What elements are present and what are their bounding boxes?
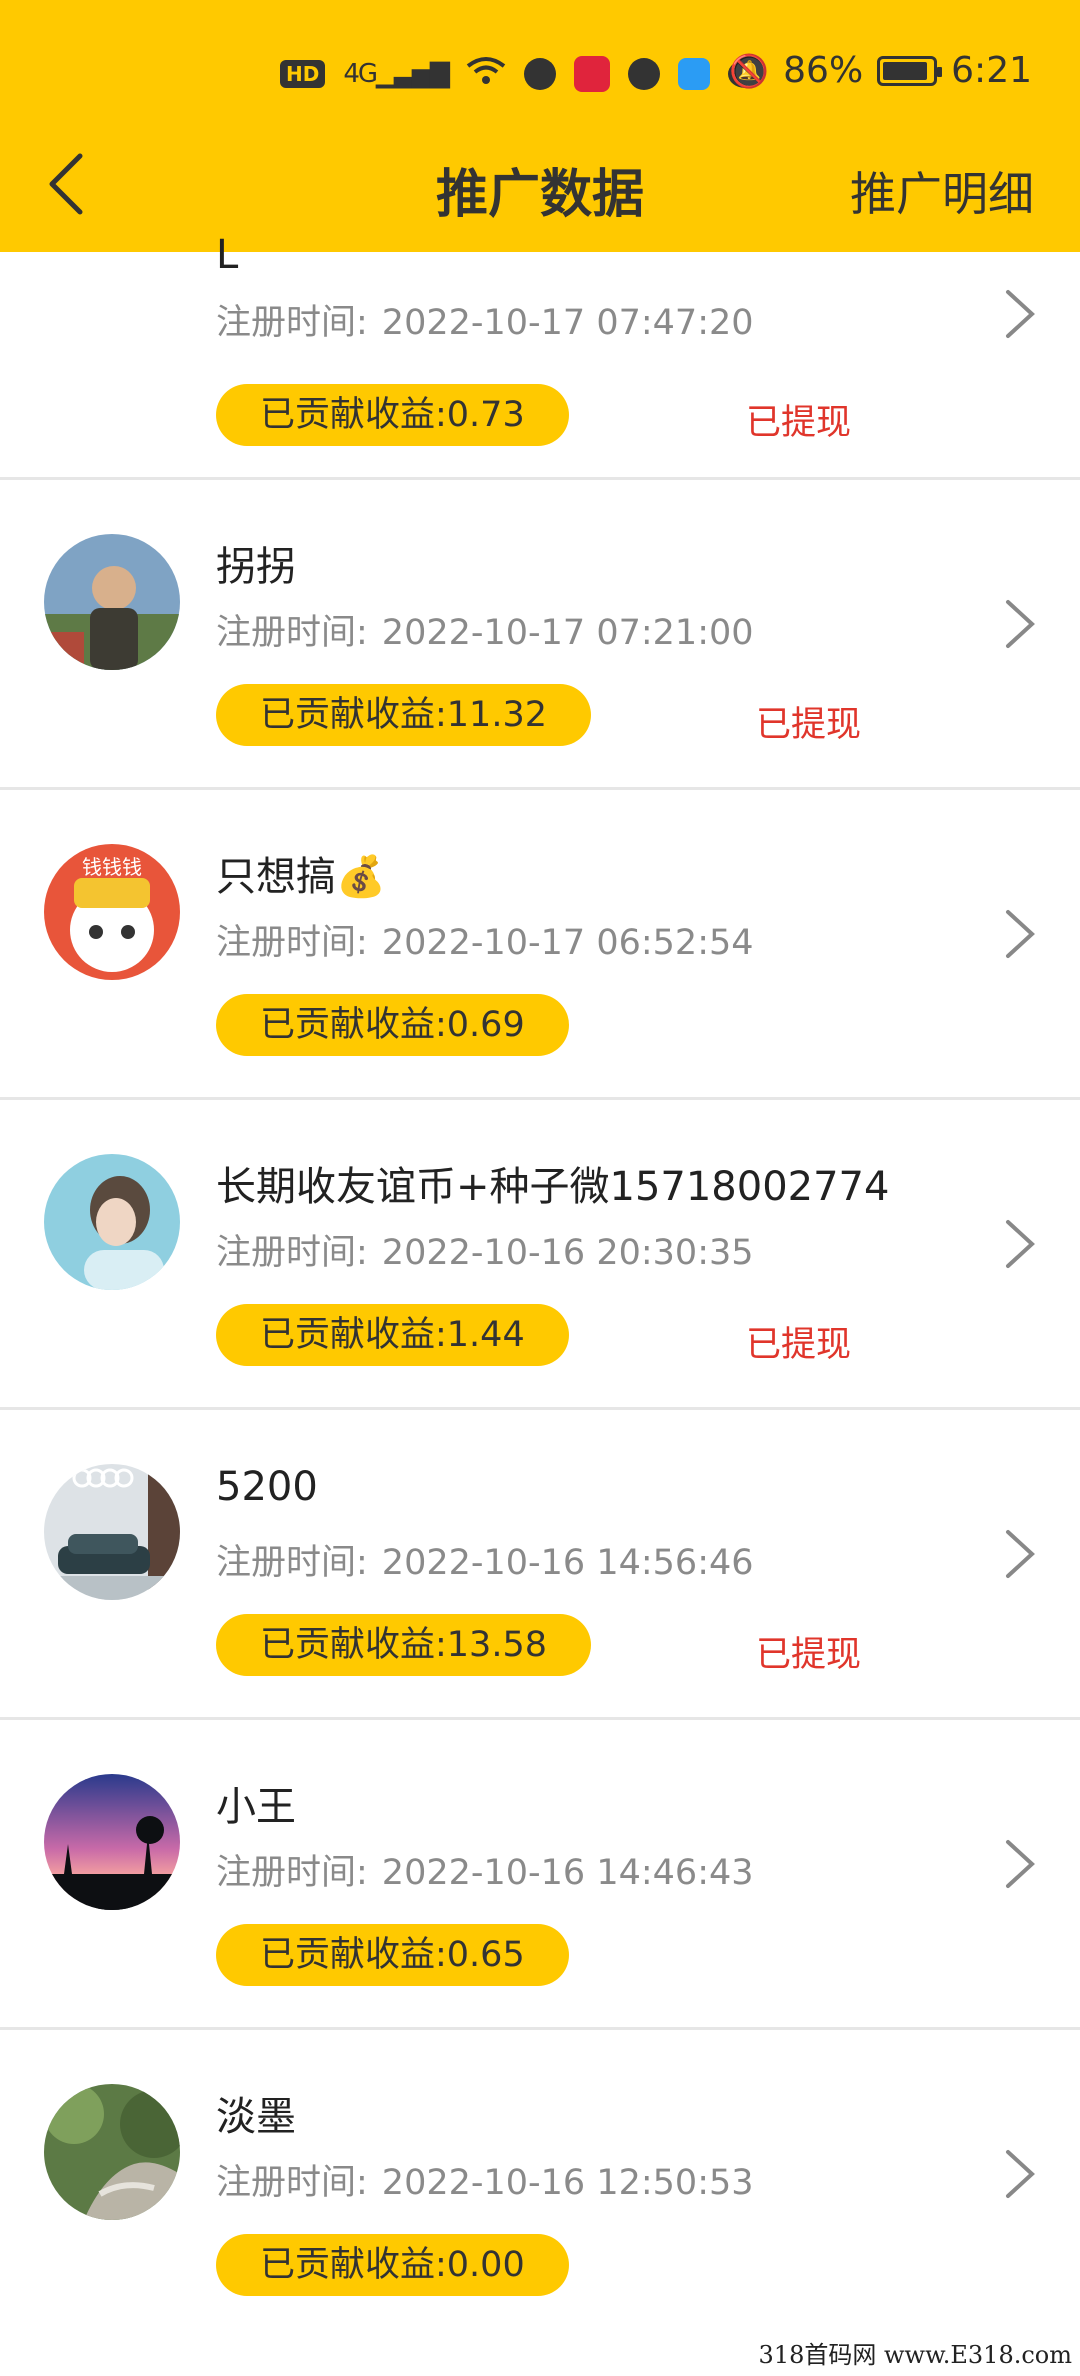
register-time: 注册时间: 2022-10-17 07:21:00 — [216, 604, 754, 655]
avatar — [44, 1774, 180, 1910]
list-item[interactable]: 淡墨 注册时间: 2022-10-16 12:50:53 已贡献收益:0.00 — [0, 2030, 1080, 2340]
register-time: 注册时间: 2022-10-17 07:47:20 — [216, 294, 754, 345]
earnings-badge: 已贡献收益:13.58 — [216, 1614, 591, 1676]
chevron-right-icon — [1004, 1218, 1036, 1270]
register-time: 注册时间: 2022-10-16 20:30:35 — [216, 1224, 754, 1275]
chevron-right-icon — [1004, 2148, 1036, 2200]
withdrawn-status: 已提现 — [746, 403, 852, 443]
register-time-value: 2022-10-17 06:52:54 — [381, 923, 754, 963]
user-name: 5200 — [216, 1464, 318, 1510]
withdrawn-status: 已提现 — [746, 1325, 852, 1365]
register-time: 注册时间: 2022-10-17 06:52:54 — [216, 914, 754, 965]
withdrawn-status: 已提现 — [756, 705, 862, 745]
list-item[interactable]: 长期收友谊币+种子微15718002774 注册时间: 2022-10-16 20… — [0, 1100, 1080, 1410]
svg-text:钱钱钱: 钱钱钱 — [82, 855, 142, 879]
user-name: 拐拐 — [216, 544, 296, 590]
nav-bar: 推广数据 推广明细 — [0, 130, 1080, 240]
register-time: 注册时间: 2022-10-16 14:56:46 — [216, 1534, 754, 1585]
user-name: 只想搞💰 — [216, 854, 386, 900]
mute-bell-icon: 🔕 — [729, 51, 770, 90]
promotion-detail-link[interactable]: 推广明细 — [850, 158, 1034, 224]
list-item[interactable]: 5200 注册时间: 2022-10-16 14:56:46 已贡献收益:13.5… — [0, 1410, 1080, 1720]
top-bar: HD 4G▁▃▅▇ 🔕 86% 6:21 推广数据 推广明细 — [0, 0, 1080, 252]
chevron-right-icon — [1004, 1838, 1036, 1890]
list-item[interactable]: 拐拐 注册时间: 2022-10-17 07:21:00 已贡献收益:11.32 … — [0, 480, 1080, 790]
status-right: 🔕 86% 6:21 — [729, 50, 1032, 91]
list-item[interactable]: L 注册时间: 2022-10-17 07:47:20 已贡献收益:0.73 已提… — [0, 232, 1080, 480]
wifi-icon — [466, 56, 506, 92]
register-time-value: 2022-10-16 14:46:43 — [381, 1853, 754, 1893]
earnings-badge: 已贡献收益:1.44 — [216, 1304, 569, 1366]
avatar — [44, 2084, 180, 2220]
chevron-right-icon — [1004, 1528, 1036, 1580]
4g-signal-icon: 4G▁▃▅▇ — [343, 59, 450, 89]
browser-icon — [628, 58, 661, 90]
avatar — [44, 1464, 180, 1600]
app-icon — [574, 56, 611, 92]
earnings-badge: 已贡献收益:11.32 — [216, 684, 591, 746]
user-name: 淡墨 — [216, 2094, 296, 2140]
avatar — [44, 534, 180, 670]
register-label: 注册时间: — [216, 613, 368, 653]
earnings-badge: 已贡献收益:0.69 — [216, 994, 569, 1056]
register-time: 注册时间: 2022-10-16 12:50:53 — [216, 2154, 754, 2205]
status-bar: HD 4G▁▃▅▇ 🔕 86% 6:21 — [0, 40, 1080, 110]
referral-list: L 注册时间: 2022-10-17 07:47:20 已贡献收益:0.73 已提… — [0, 232, 1080, 2340]
chevron-right-icon — [1004, 288, 1036, 340]
list-item[interactable]: 小王 注册时间: 2022-10-16 14:46:43 已贡献收益:0.65 — [0, 1720, 1080, 2030]
register-time-value: 2022-10-16 14:56:46 — [381, 1543, 754, 1583]
register-label: 注册时间: — [216, 2163, 368, 2203]
avatar — [44, 1154, 180, 1290]
cloud-icon — [678, 58, 711, 90]
withdrawn-status: 已提现 — [756, 1635, 862, 1675]
chevron-right-icon — [1004, 598, 1036, 650]
register-time-value: 2022-10-16 20:30:35 — [381, 1233, 754, 1273]
status-icons: HD 4G▁▃▅▇ — [280, 56, 763, 92]
user-name: 小王 — [216, 1784, 296, 1830]
watermark: 318首码网 www.E318.com — [758, 2341, 1072, 2369]
register-time-value: 2022-10-17 07:47:20 — [381, 303, 754, 343]
register-label: 注册时间: — [216, 923, 368, 963]
earnings-badge: 已贡献收益:0.00 — [216, 2234, 569, 2296]
register-time: 注册时间: 2022-10-16 14:46:43 — [216, 1844, 754, 1895]
register-label: 注册时间: — [216, 1233, 368, 1273]
hd-icon: HD — [280, 60, 326, 88]
user-name: 长期收友谊币+种子微15718002774 — [216, 1164, 890, 1210]
register-label: 注册时间: — [216, 1543, 368, 1583]
clock: 6:21 — [951, 50, 1032, 91]
chevron-right-icon — [1004, 908, 1036, 960]
register-label: 注册时间: — [216, 1853, 368, 1893]
list-item[interactable]: 钱钱钱 只想搞💰 注册时间: 2022-10-17 06:52:54 已贡献收益:… — [0, 790, 1080, 1100]
qq-icon — [524, 58, 557, 90]
battery-icon — [877, 55, 943, 86]
battery-percent: 86% — [783, 50, 864, 91]
earnings-badge: 已贡献收益:0.73 — [216, 384, 569, 446]
register-time-value: 2022-10-17 07:21:00 — [381, 613, 754, 653]
register-label: 注册时间: — [216, 303, 368, 343]
earnings-badge: 已贡献收益:0.65 — [216, 1924, 569, 1986]
avatar: 钱钱钱 — [44, 844, 180, 980]
user-name: L — [216, 232, 239, 278]
register-time-value: 2022-10-16 12:50:53 — [381, 2163, 754, 2203]
